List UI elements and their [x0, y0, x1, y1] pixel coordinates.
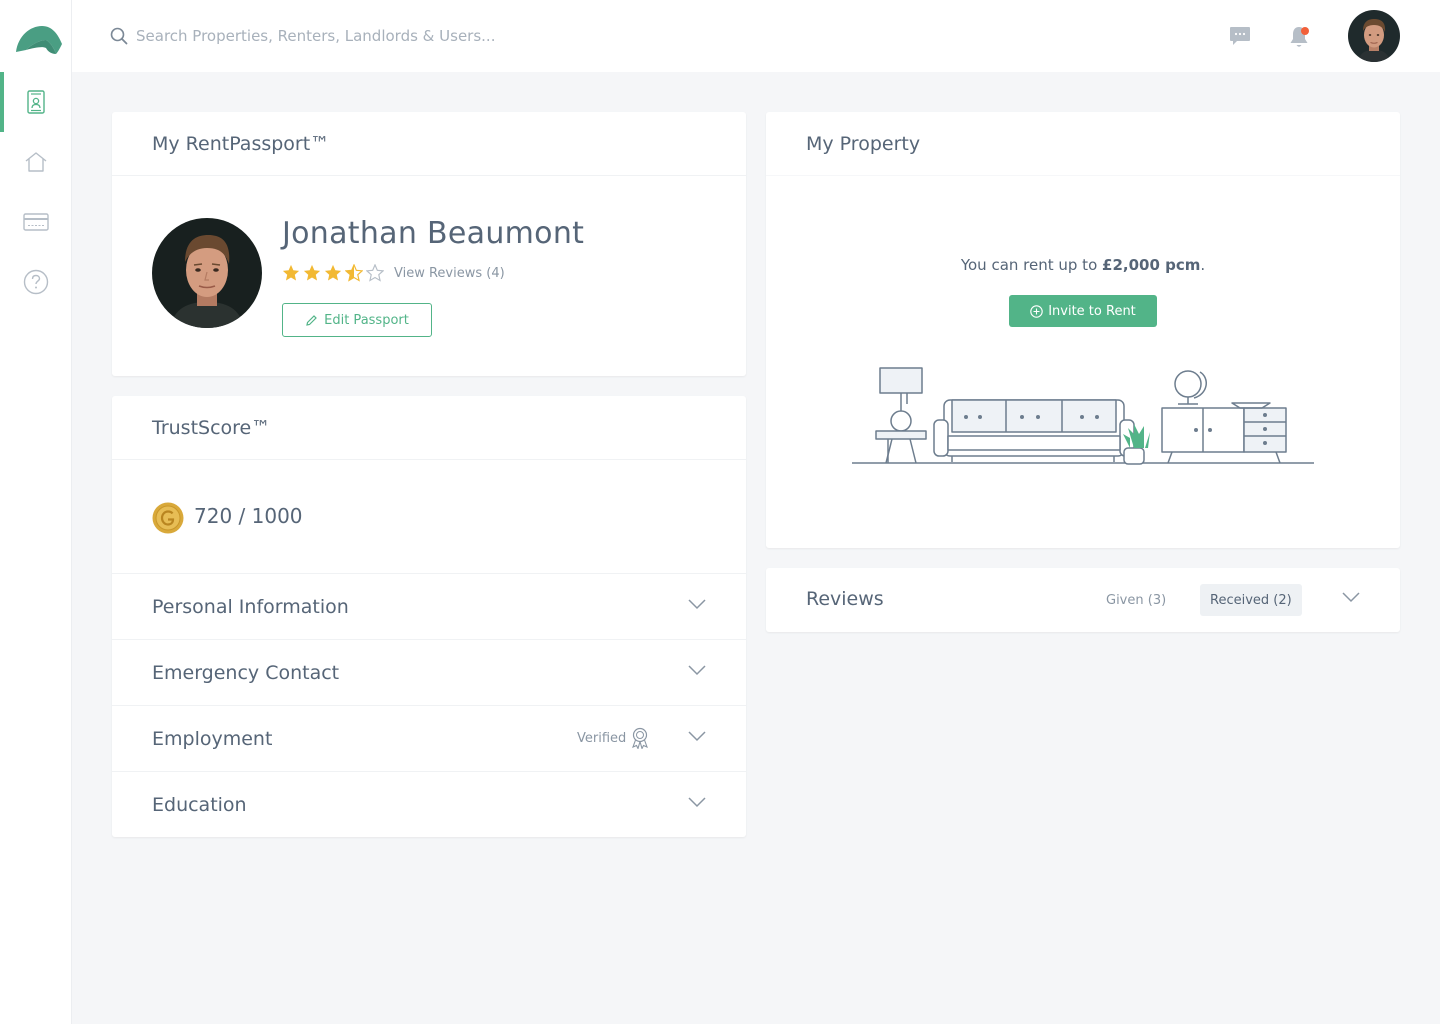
profile-photo: [152, 218, 262, 328]
help-icon: [23, 269, 49, 295]
chevron-down-icon: [688, 665, 706, 676]
sidebar: [0, 0, 72, 1024]
trustscore-summary: 720 / 1000: [112, 460, 746, 574]
search-input[interactable]: [136, 22, 736, 50]
edit-passport-button[interactable]: Edit Passport: [282, 303, 432, 337]
invite-label: Invite to Rent: [1048, 303, 1136, 319]
chevron-down-icon[interactable]: [1342, 591, 1360, 603]
section-personal-information[interactable]: Personal Information: [112, 574, 746, 640]
award-ribbon-icon: [632, 727, 649, 749]
living-room-illustration: [852, 367, 1314, 465]
verified-label: Verified: [577, 730, 627, 746]
card-icon: [23, 213, 49, 231]
search-icon: [110, 27, 128, 45]
rentpassport-card: My RentPassport™ Jonathan Beaumont View …: [112, 112, 746, 376]
rent-amount: £2,000 pcm: [1102, 256, 1201, 274]
pencil-icon: [306, 314, 317, 326]
edit-passport-label: Edit Passport: [324, 312, 409, 328]
reviews-tab-received[interactable]: Received (2): [1200, 584, 1302, 616]
rent-prefix: You can rent up to: [960, 256, 1103, 274]
star-empty-icon: [366, 264, 384, 282]
top-bar: [72, 0, 1440, 72]
reviews-tab-given[interactable]: Given (3): [1096, 588, 1176, 612]
coin-icon: [152, 502, 184, 534]
star-full-icon: [303, 264, 321, 281]
rent-suffix: .: [1200, 256, 1206, 274]
trustscore-value: 720 / 1000: [194, 504, 303, 528]
star-full-icon: [324, 264, 342, 281]
chevron-down-icon: [688, 797, 706, 808]
chevron-down-icon: [688, 599, 706, 610]
section-education[interactable]: Education: [112, 772, 746, 838]
verified-badge: Verified: [577, 727, 650, 749]
section-employment[interactable]: Employment Verified: [112, 706, 746, 772]
chevron-down-icon: [688, 731, 706, 742]
sidebar-item-home[interactable]: [0, 132, 72, 192]
trustscore-title: TrustScore™: [112, 396, 746, 460]
passport-icon: [27, 90, 45, 114]
sidebar-item-payments[interactable]: [0, 192, 72, 252]
notification-dot: [1301, 27, 1309, 35]
invite-to-rent-button[interactable]: Invite to Rent: [1009, 295, 1157, 327]
section-label: Employment: [152, 727, 273, 750]
reviews-title: Reviews: [806, 588, 884, 610]
sidebar-item-passport[interactable]: [0, 72, 72, 132]
my-property-title: My Property: [766, 112, 1400, 176]
sidebar-item-help[interactable]: [0, 252, 72, 312]
section-label: Education: [152, 794, 247, 816]
plus-circle-icon: [1030, 304, 1043, 318]
view-reviews-link[interactable]: View Reviews (4): [394, 266, 505, 281]
my-property-card: My Property You can rent up to £2,000 pc…: [766, 112, 1400, 548]
section-label: Emergency Contact: [152, 661, 340, 684]
section-emergency-contact[interactable]: Emergency Contact: [112, 640, 746, 706]
home-icon: [25, 152, 47, 172]
reviews-card: Reviews Given (3) Received (2): [766, 568, 1400, 632]
rentpassport-title: My RentPassport™: [112, 112, 746, 176]
trustscore-card: TrustScore™ 720 / 1000 Personal Informat…: [112, 396, 746, 837]
star-rating: [282, 264, 384, 282]
renter-name: Jonathan Beaumont: [282, 216, 585, 251]
rent-limit-text: You can rent up to £2,000 pcm.: [766, 256, 1400, 274]
chat-icon[interactable]: [1229, 26, 1251, 46]
user-avatar[interactable]: [1348, 10, 1400, 62]
star-half-icon: [345, 264, 363, 282]
section-label: Personal Information: [152, 595, 349, 618]
star-full-icon: [282, 264, 300, 281]
brand-logo[interactable]: [12, 18, 64, 58]
